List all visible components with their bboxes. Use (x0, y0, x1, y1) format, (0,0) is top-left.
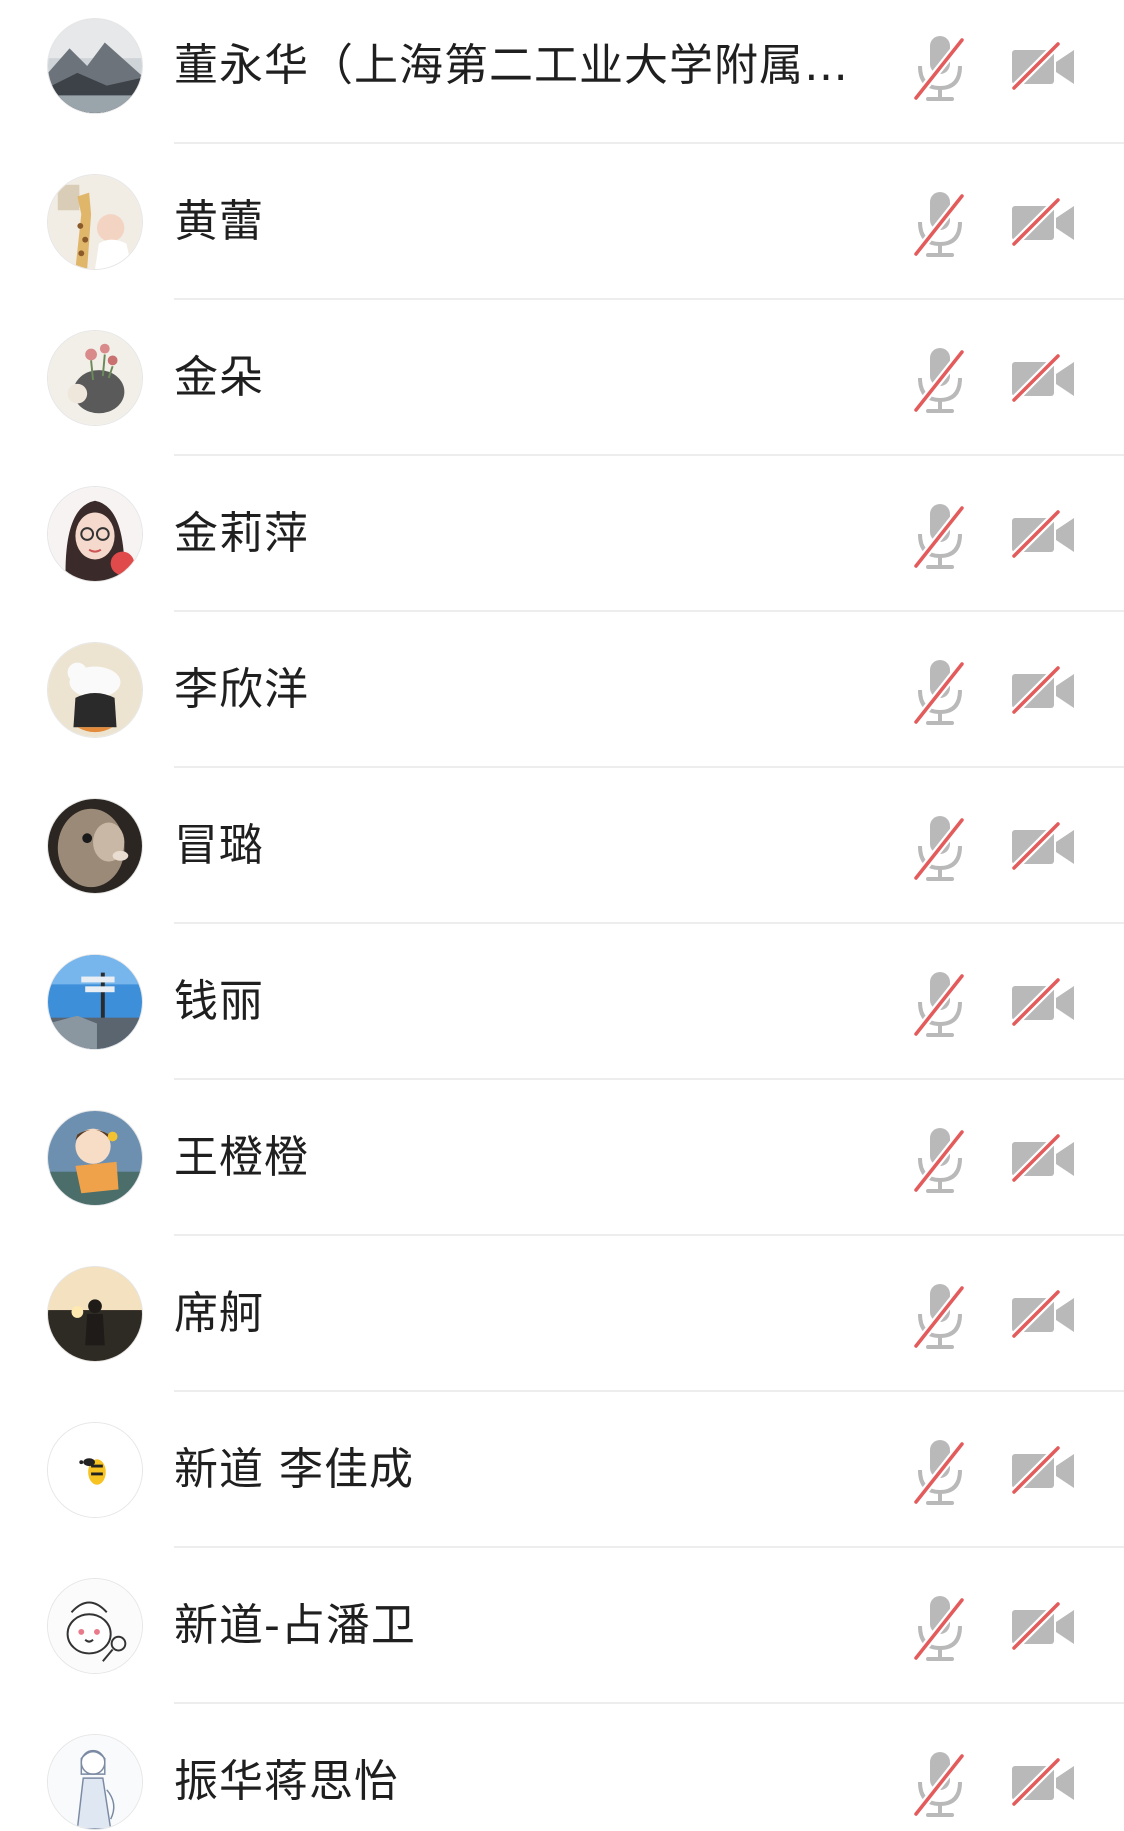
mic-muted-icon[interactable] (912, 968, 968, 1040)
participant-row[interactable]: 金朵 (0, 300, 1124, 456)
participant-row[interactable]: 新道 李佳成 (0, 1392, 1124, 1548)
participant-name: 振华蒋思怡 (174, 1756, 399, 1807)
camera-off-icon[interactable] (1010, 1444, 1076, 1496)
mic-muted-icon[interactable] (912, 1124, 968, 1196)
participant-name: 席舸 (174, 1288, 264, 1339)
mic-muted-icon[interactable] (912, 812, 968, 884)
participant-name: 董永华（上海第二工业大学附属… (174, 40, 849, 91)
participant-row[interactable]: 李欣洋 (0, 612, 1124, 768)
avatar (47, 174, 143, 270)
camera-off-icon[interactable] (1010, 1288, 1076, 1340)
camera-off-icon[interactable] (1010, 1600, 1076, 1652)
participant-name: 钱丽 (174, 976, 264, 1027)
participant-row[interactable]: 黄蕾 (0, 144, 1124, 300)
avatar (47, 642, 143, 738)
participant-name: 王橙橙 (174, 1132, 309, 1183)
participant-row[interactable]: 振华蒋思怡 (0, 1704, 1124, 1831)
mic-muted-icon[interactable] (912, 1592, 968, 1664)
camera-off-icon[interactable] (1010, 976, 1076, 1028)
avatar (47, 798, 143, 894)
participant-name: 冒璐 (174, 820, 264, 871)
avatar (47, 1578, 143, 1674)
participant-row[interactable]: 金莉萍 (0, 456, 1124, 612)
mic-muted-icon[interactable] (912, 344, 968, 416)
participant-row[interactable]: 钱丽 (0, 924, 1124, 1080)
camera-off-icon[interactable] (1010, 820, 1076, 872)
mic-muted-icon[interactable] (912, 188, 968, 260)
avatar (47, 1266, 143, 1362)
camera-off-icon[interactable] (1010, 1132, 1076, 1184)
participant-row[interactable]: 冒璐 (0, 768, 1124, 924)
mic-muted-icon[interactable] (912, 1280, 968, 1352)
participant-name: 新道 李佳成 (174, 1444, 414, 1495)
camera-off-icon[interactable] (1010, 352, 1076, 404)
participant-row[interactable]: 席舸 (0, 1236, 1124, 1392)
mic-muted-icon[interactable] (912, 32, 968, 104)
camera-off-icon[interactable] (1010, 1756, 1076, 1808)
avatar (47, 954, 143, 1050)
participant-name: 金朵 (174, 352, 264, 403)
participant-name: 黄蕾 (174, 196, 264, 247)
avatar (47, 330, 143, 426)
participant-name: 金莉萍 (174, 508, 309, 559)
avatar (47, 18, 143, 114)
participant-row[interactable]: 新道-占潘卫 (0, 1548, 1124, 1704)
camera-off-icon[interactable] (1010, 664, 1076, 716)
camera-off-icon[interactable] (1010, 40, 1076, 92)
mic-muted-icon[interactable] (912, 500, 968, 572)
mic-muted-icon[interactable] (912, 1748, 968, 1820)
mic-muted-icon[interactable] (912, 656, 968, 728)
participant-list: 董永华（上海第二工业大学附属… 黄蕾 金朵 金莉萍 李欣洋 冒璐 钱丽 王橙橙 … (0, 0, 1124, 1831)
participant-name: 新道-占潘卫 (174, 1600, 416, 1651)
avatar (47, 486, 143, 582)
camera-off-icon[interactable] (1010, 196, 1076, 248)
camera-off-icon[interactable] (1010, 508, 1076, 560)
participant-row[interactable]: 董永华（上海第二工业大学附属… (0, 0, 1124, 144)
participant-name: 李欣洋 (174, 664, 309, 715)
avatar (47, 1422, 143, 1518)
avatar (47, 1734, 143, 1830)
avatar (47, 1110, 143, 1206)
participant-row[interactable]: 王橙橙 (0, 1080, 1124, 1236)
mic-muted-icon[interactable] (912, 1436, 968, 1508)
